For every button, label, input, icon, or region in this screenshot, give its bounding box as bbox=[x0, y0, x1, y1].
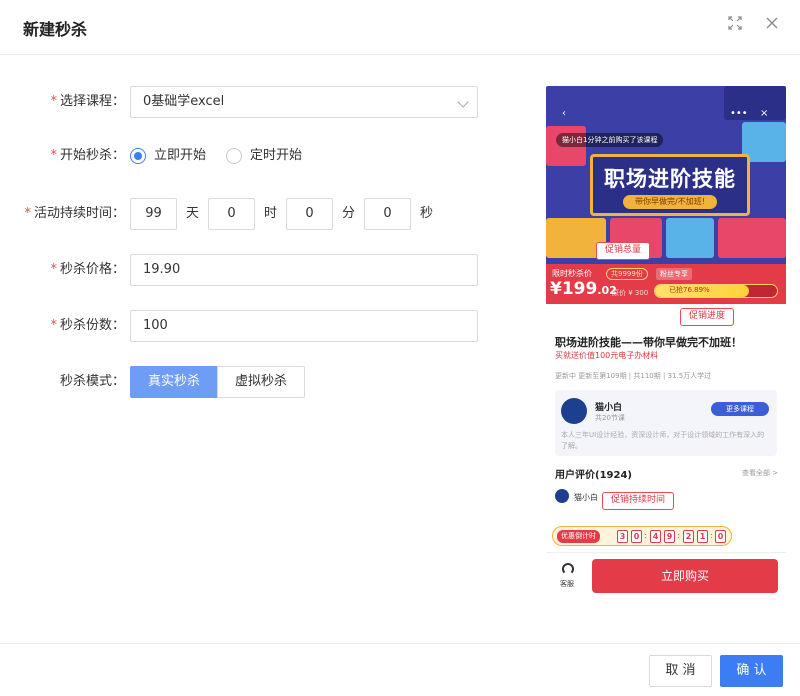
start-scheduled-radio[interactable] bbox=[226, 148, 242, 164]
banner-subtitle: 带你早做完/不加班! bbox=[623, 195, 717, 209]
callout-progress: 促销进度 bbox=[680, 308, 735, 326]
sales-progress-text: 已抢76.89% bbox=[669, 286, 710, 294]
teacher-card: 猫小白 共20节课 更多课程 本人三年UI设计经验，资深设计师，对于设计领域的工… bbox=[555, 390, 777, 456]
start-scheduled-label[interactable]: 定时开始 bbox=[250, 140, 302, 172]
reviewer-name: 猫小白 bbox=[574, 493, 598, 502]
duration-row: * 活动持续时间： 99 天 0 时 0 分 0 秒 bbox=[0, 198, 510, 230]
preview-price: ¥199.02 bbox=[550, 279, 617, 299]
teacher-course-count: 共20节课 bbox=[595, 414, 625, 422]
course-banner: 猫小白1分钟之前购买了该课程 职场进阶技能 带你早做完/不加班! ‹ ••• × bbox=[546, 86, 786, 264]
course-detail: 职场进阶技能——带你早做完不加班！ 买就送价值100元电子办材料 更新中 更新至… bbox=[546, 304, 786, 604]
seconds-input[interactable]: 0 bbox=[364, 198, 411, 230]
back-icon: ‹ bbox=[562, 108, 566, 119]
mode-label: 秒杀模式： bbox=[59, 374, 125, 389]
avatar bbox=[555, 489, 569, 503]
banner-board: 职场进阶技能 带你早做完/不加班! bbox=[590, 154, 750, 216]
mode-virtual-button[interactable]: 虚拟秒杀 bbox=[217, 366, 305, 398]
price-row: * 秒杀价格： 19.90 bbox=[0, 254, 510, 286]
reviews-all-link: 查看全部 > bbox=[742, 469, 779, 477]
price-input[interactable]: 19.90 bbox=[130, 254, 478, 286]
fans-tag: 粉丝专享 bbox=[656, 268, 692, 280]
callout-duration: 促销持续时间 bbox=[602, 492, 675, 510]
countdown-bar: 优惠倒计时 3 0 : 4 9 : 2 1 : 0 4 bbox=[552, 526, 732, 546]
duration-label: * 活动持续时间： bbox=[24, 206, 125, 221]
cancel-button[interactable]: 取 消 bbox=[649, 655, 712, 687]
mobile-preview: 猫小白1分钟之前购买了该课程 职场进阶技能 带你早做完/不加班! ‹ ••• ×… bbox=[546, 86, 786, 604]
sales-progress-bar: 已抢76.89% bbox=[654, 284, 778, 298]
teacher-description: 本人三年UI设计经验，资深设计师，对于设计领域的工作有深入的了解。 bbox=[561, 431, 765, 450]
headset-icon bbox=[562, 563, 574, 575]
hours-input[interactable]: 0 bbox=[208, 198, 255, 230]
price-label: * 秒杀价格： bbox=[50, 262, 125, 277]
more-courses-button: 更多课程 bbox=[711, 402, 769, 416]
more-icon: ••• bbox=[730, 108, 748, 119]
days-unit: 天 bbox=[186, 206, 200, 221]
start-label: * 开始秒杀： bbox=[50, 148, 125, 163]
minutes-input[interactable]: 0 bbox=[286, 198, 333, 230]
countdown-digit: 1 bbox=[697, 530, 708, 543]
countdown-separator: : bbox=[677, 531, 680, 540]
hours-unit: 时 bbox=[264, 206, 278, 221]
countdown-digit: 3 bbox=[617, 530, 628, 543]
quantity-label: * 秒杀份数： bbox=[50, 318, 125, 333]
dialog-title: 新建秒杀 bbox=[23, 20, 88, 39]
service-label: 客服 bbox=[560, 580, 574, 588]
teacher-name: 猫小白 bbox=[595, 403, 623, 413]
course-label: * 选择课程： bbox=[50, 94, 125, 109]
dialog-header: 新建秒杀 bbox=[0, 0, 800, 55]
confirm-button[interactable]: 确 认 bbox=[720, 655, 783, 687]
countdown-label: 优惠倒计时 bbox=[557, 530, 600, 543]
seconds-unit: 秒 bbox=[420, 206, 434, 221]
days-input[interactable]: 99 bbox=[130, 198, 177, 230]
course-meta: 更新中 更新至第109期 | 共110期 | 31.5万人学过 bbox=[555, 372, 712, 380]
dialog-footer: 取 消 确 认 bbox=[0, 643, 800, 696]
avatar bbox=[561, 398, 587, 424]
mode-row: 秒杀模式： 真实秒杀 虚拟秒杀 bbox=[0, 366, 510, 398]
countdown-digit: 0 bbox=[715, 530, 726, 543]
countdown-digit: 2 bbox=[683, 530, 694, 543]
preview-bottom-bar: 客服 立即购买 bbox=[546, 552, 786, 604]
banner-title: 职场进阶技能 bbox=[604, 167, 736, 191]
preview-navbar: ‹ ••• × bbox=[546, 108, 786, 122]
chevron-down-icon bbox=[457, 96, 469, 108]
start-row: * 开始秒杀： 立即开始 定时开始 bbox=[0, 140, 510, 172]
start-now-label[interactable]: 立即开始 bbox=[154, 140, 206, 172]
purchase-ticker: 猫小白1分钟之前购买了该课程 bbox=[556, 133, 664, 147]
close-icon: × bbox=[760, 108, 769, 119]
banner-tile bbox=[666, 218, 714, 258]
quantity-row: * 秒杀份数： 100 bbox=[0, 310, 510, 342]
mode-real-button[interactable]: 真实秒杀 bbox=[130, 366, 218, 398]
quantity-input[interactable]: 100 bbox=[130, 310, 478, 342]
start-now-radio[interactable] bbox=[130, 148, 146, 164]
buy-now-button: 立即购买 bbox=[592, 559, 778, 593]
countdown-separator: : bbox=[710, 531, 713, 540]
course-title: 职场进阶技能——带你早做完不加班！ bbox=[555, 336, 742, 349]
countdown-separator: : bbox=[644, 531, 647, 540]
price-bar-label: 限时秒杀价 bbox=[552, 269, 592, 278]
banner-tile bbox=[718, 218, 786, 258]
course-row: * 选择课程： 0基础学excel bbox=[0, 86, 510, 118]
course-subtitle: 买就送价值100元电子办材料 bbox=[555, 351, 659, 360]
countdown-digit: 0 bbox=[631, 530, 642, 543]
close-icon[interactable] bbox=[763, 16, 781, 34]
countdown-digit: 4 bbox=[650, 530, 661, 543]
fullscreen-icon[interactable] bbox=[726, 16, 744, 34]
course-select-value: 0基础学excel bbox=[143, 94, 225, 109]
callout-total: 促销总量 bbox=[596, 242, 651, 260]
price-bar: 限时秒杀价 共9999份 粉丝专享 ¥199.02 原价 ¥ 300 已抢76.… bbox=[546, 264, 786, 304]
reviews-title: 用户评价(1924) bbox=[555, 470, 632, 481]
countdown-digit: 9 bbox=[664, 530, 675, 543]
minutes-unit: 分 bbox=[342, 206, 356, 221]
original-price: 原价 ¥ 300 bbox=[612, 289, 649, 297]
course-select[interactable]: 0基础学excel bbox=[130, 86, 478, 118]
